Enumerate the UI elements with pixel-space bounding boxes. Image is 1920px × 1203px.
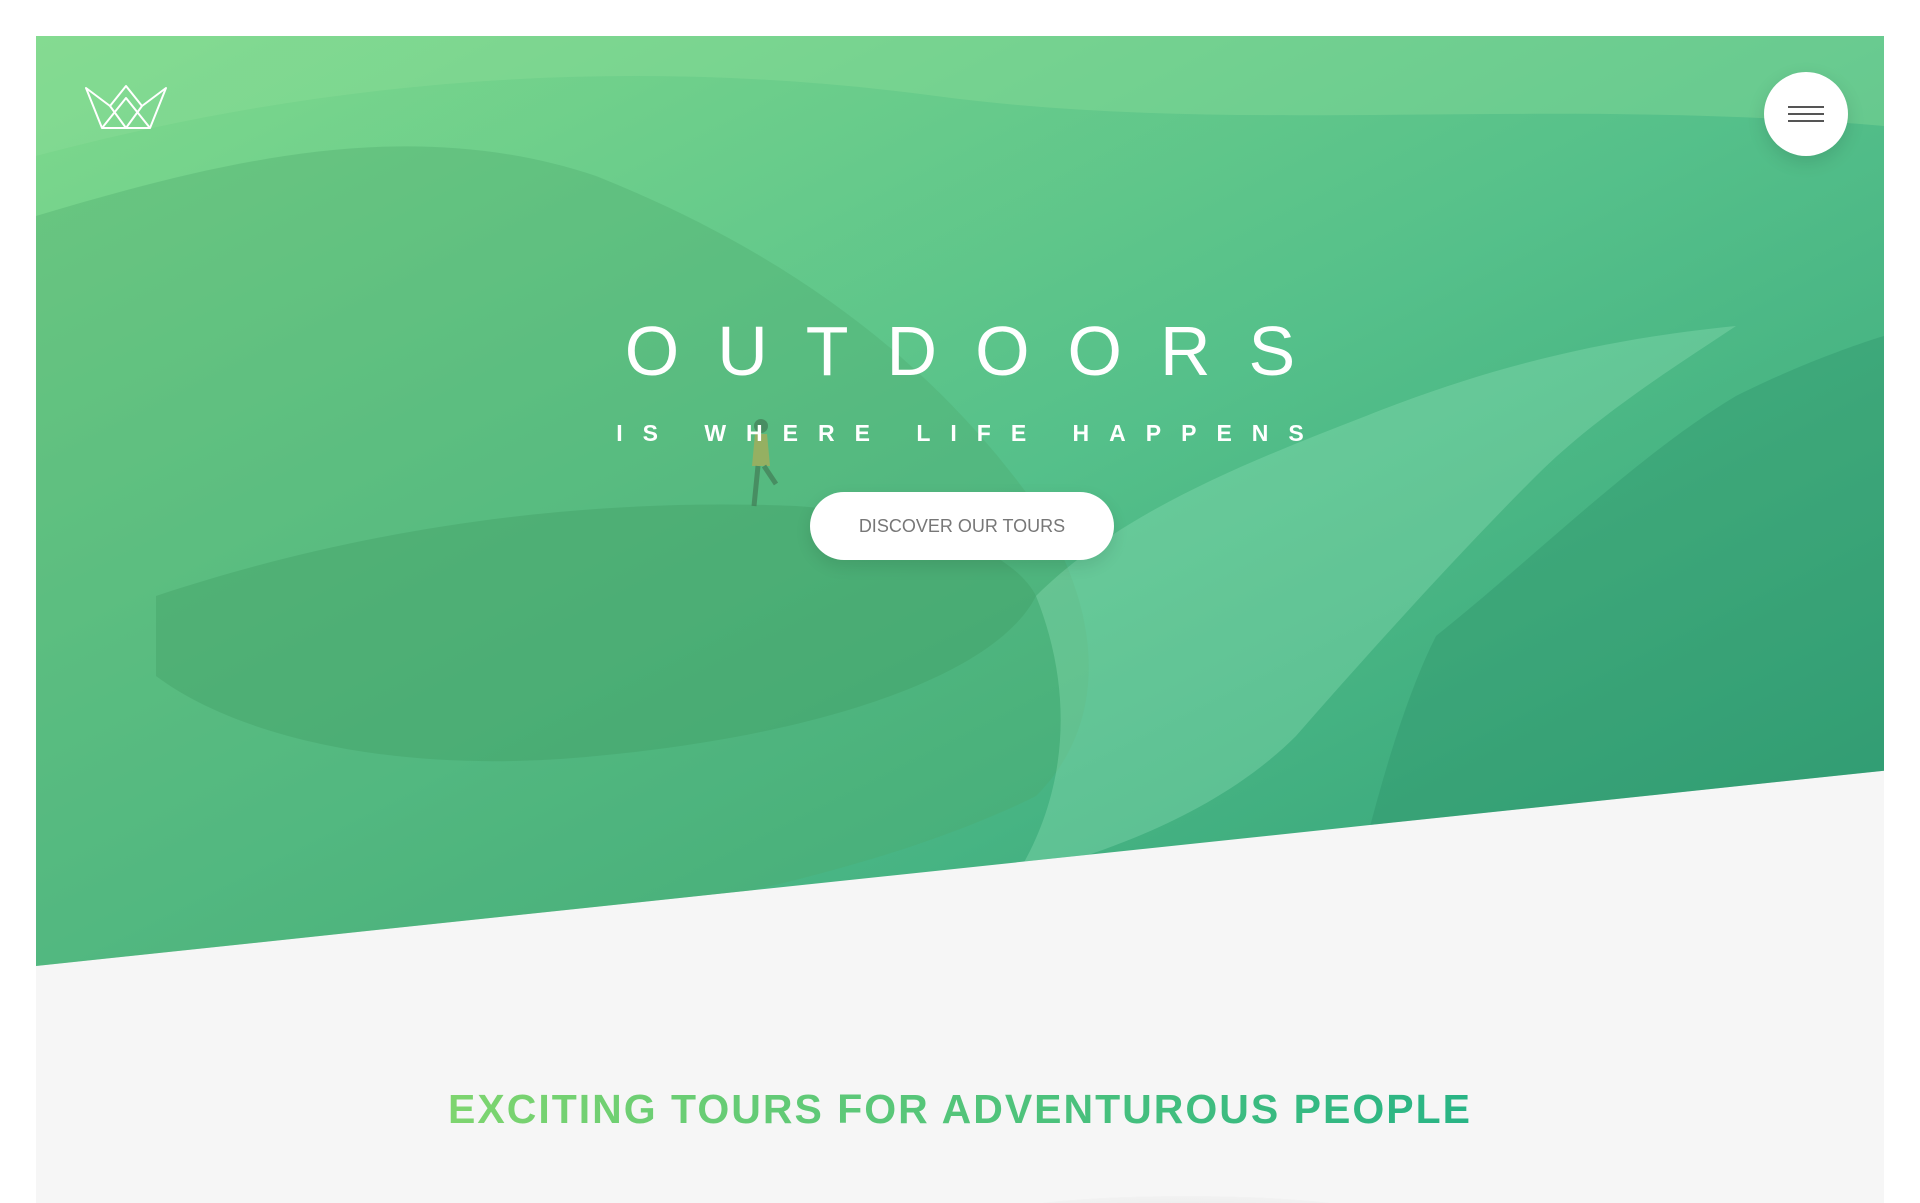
crown-logo-icon[interactable] (84, 84, 168, 132)
hamburger-menu-icon (1788, 113, 1824, 115)
hero-section: OUTDOORS IS WHERE LIFE HAPPENS DISCOVER … (36, 36, 1884, 966)
section-heading-text: EXCITING TOURS FOR ADVENTUROUS PEOPLE (448, 1086, 1472, 1132)
section-heading: EXCITING TOURS FOR ADVENTUROUS PEOPLE (36, 1086, 1884, 1133)
discover-tours-button[interactable]: DISCOVER OUR TOURS (810, 492, 1114, 560)
tour-card-shadow (996, 1196, 1376, 1203)
page-frame: OUTDOORS IS WHERE LIFE HAPPENS DISCOVER … (36, 36, 1884, 1203)
hamburger-menu-icon (1788, 106, 1824, 108)
hero-title: OUTDOORS (624, 312, 1334, 390)
menu-button[interactable] (1764, 72, 1848, 156)
hero-subtitle: IS WHERE LIFE HAPPENS (616, 420, 1324, 446)
hamburger-menu-icon (1788, 120, 1824, 122)
